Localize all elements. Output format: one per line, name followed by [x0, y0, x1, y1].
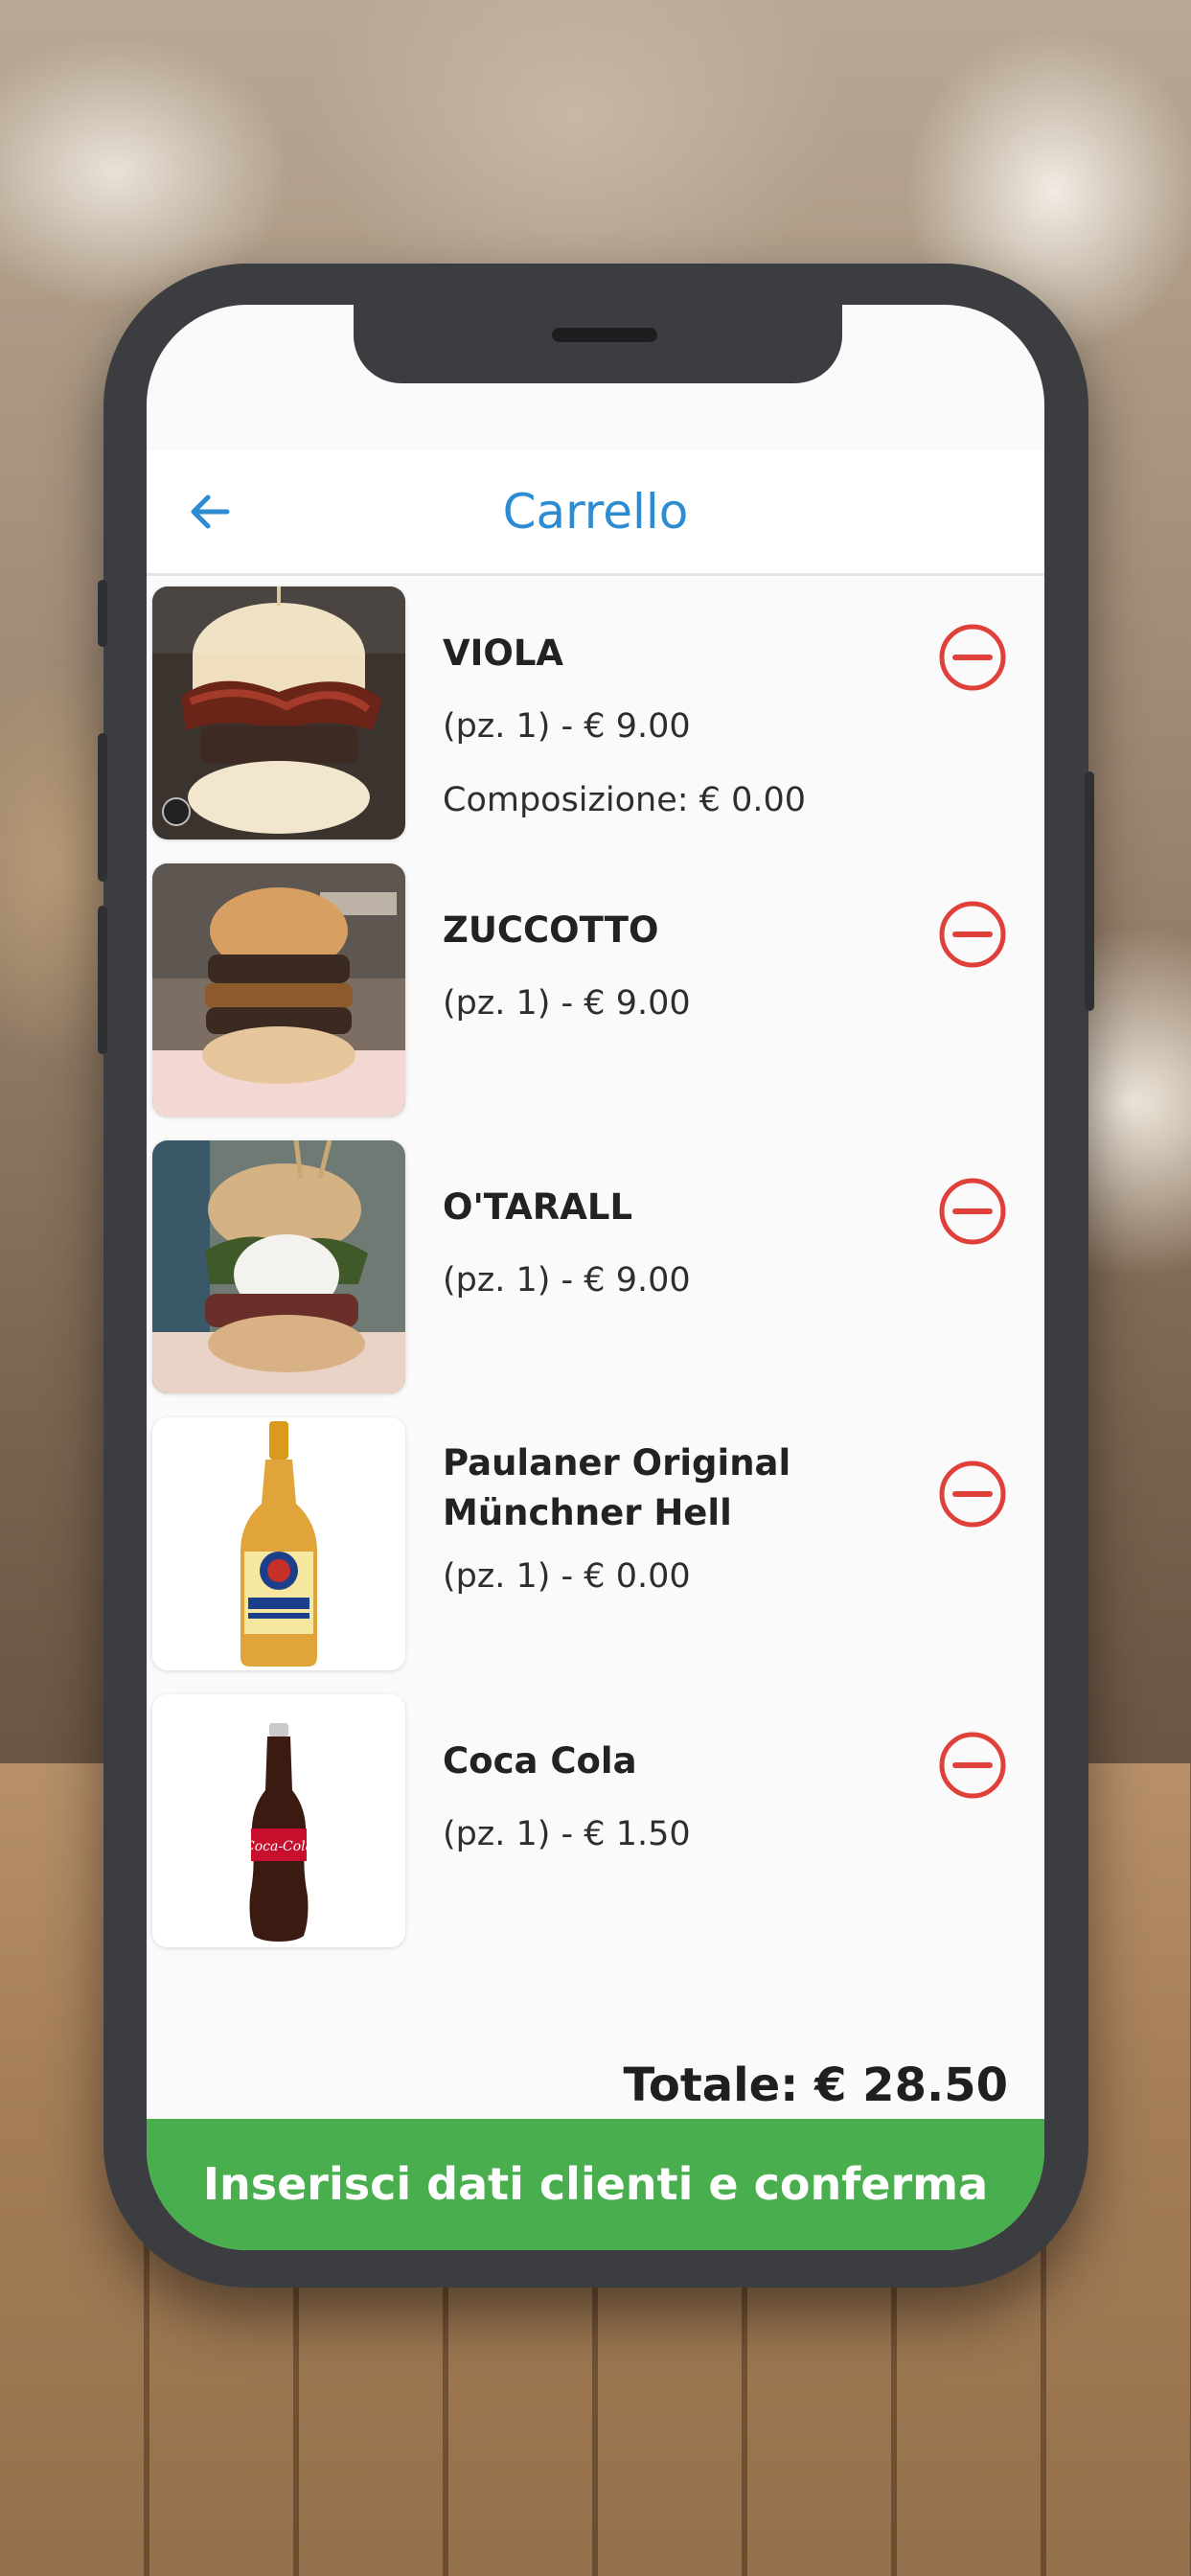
item-quantity-price: (pz. 1) - € 9.00	[443, 1261, 691, 1300]
page-title: Carrello	[502, 484, 689, 540]
cart-item: VIOLA (pz. 1) - € 9.00 Composizione: € 0…	[152, 586, 1039, 840]
cart-item: Coca-Cola Coca Cola (pz. 1) - € 1.50	[152, 1694, 1039, 1947]
confirm-button[interactable]: Inserisci dati clienti e conferma	[147, 2119, 1044, 2250]
item-name: ZUCCOTTO	[443, 909, 659, 951]
svg-text:Coca-Cola: Coca-Cola	[244, 1839, 313, 1854]
burger-viola-image	[152, 586, 405, 840]
item-quantity-price: (pz. 1) - € 1.50	[443, 1815, 691, 1853]
item-quantity-price: (pz. 1) - € 9.00	[443, 707, 691, 746]
phone-volume-down	[98, 906, 107, 1054]
item-composition: Composizione: € 0.00	[443, 781, 807, 819]
remove-item-icon[interactable]	[938, 900, 1007, 969]
remove-item-icon[interactable]	[938, 1731, 1007, 1800]
cart-item: Paulaner Original Münchner Hell (pz. 1) …	[152, 1417, 1039, 1670]
cart-item: O'TARALL (pz. 1) - € 9.00	[152, 1140, 1039, 1393]
phone-power-button	[1085, 771, 1094, 1011]
beer-bottle-image	[152, 1417, 405, 1670]
item-name: Coca Cola	[443, 1740, 637, 1782]
item-name-line-1: Paulaner Original	[443, 1442, 791, 1484]
item-name: O'TARALL	[443, 1186, 633, 1228]
app-header: Carrello	[147, 450, 1044, 576]
remove-item-icon[interactable]	[938, 1177, 1007, 1246]
cart-total: Totale: € 28.50	[623, 2058, 1008, 2112]
item-name: VIOLA	[443, 632, 564, 674]
back-arrow-icon[interactable]	[185, 487, 235, 537]
cart-item: ZUCCOTTO (pz. 1) - € 9.00	[152, 863, 1039, 1116]
remove-item-icon[interactable]	[938, 1460, 1007, 1529]
burger-otarall-image	[152, 1140, 405, 1393]
remove-item-icon[interactable]	[938, 623, 1007, 692]
item-name: Paulaner Original Münchner Hell	[443, 1438, 941, 1538]
phone-speaker	[552, 328, 657, 342]
item-quantity-price: (pz. 1) - € 0.00	[443, 1557, 691, 1596]
phone-volume-up	[98, 733, 107, 882]
item-quantity-price: (pz. 1) - € 9.00	[443, 984, 691, 1023]
phone-notch	[354, 305, 842, 383]
phone-mute-switch	[98, 580, 107, 647]
cola-bottle-image: Coca-Cola	[152, 1694, 405, 1947]
item-name-line-2: Münchner Hell	[443, 1492, 732, 1533]
burger-zuccotto-image	[152, 863, 405, 1116]
phone-screen: Carrello VIOLA (pz. 1) - € 9.00 Composiz…	[147, 305, 1044, 2250]
